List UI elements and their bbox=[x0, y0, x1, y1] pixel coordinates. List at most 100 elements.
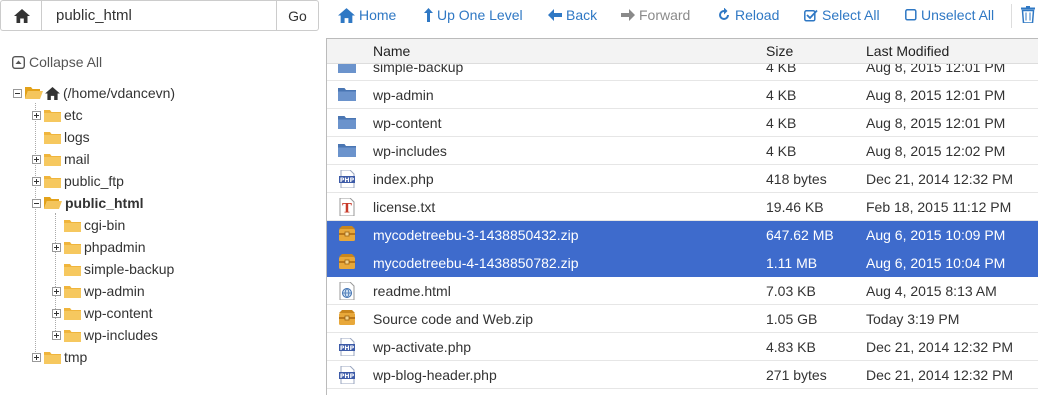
tree-item-simple-backup[interactable]: simple-backup bbox=[52, 258, 174, 280]
file-name[interactable]: Source code and Web.zip bbox=[373, 311, 533, 327]
folder-icon bbox=[338, 114, 356, 132]
folder-icon bbox=[64, 219, 81, 232]
tree-item-tmp[interactable]: tmp bbox=[32, 346, 87, 368]
tree-toggle-plus-icon[interactable] bbox=[32, 110, 41, 120]
tree-item-label: wp-content bbox=[84, 305, 153, 321]
tree-item-label: etc bbox=[64, 107, 83, 123]
php-file-icon: PHP bbox=[338, 169, 356, 189]
text-file-icon: T bbox=[338, 197, 356, 217]
tree-toggle-plus-icon[interactable] bbox=[52, 330, 61, 340]
file-row[interactable]: wp-content 4 KB Aug 8, 2015 12:01 PM bbox=[327, 109, 1038, 137]
forward-button[interactable]: Forward bbox=[621, 7, 690, 23]
php-file-icon: PHP bbox=[338, 337, 356, 357]
reload-button[interactable]: Reload bbox=[717, 7, 779, 23]
checkbox-checked-icon bbox=[804, 9, 818, 22]
file-name[interactable]: mycodetreebu-4-1438850782.zip bbox=[373, 255, 578, 271]
file-size: 1.05 GB bbox=[766, 311, 818, 327]
folder-icon bbox=[64, 307, 81, 320]
go-button[interactable]: Go bbox=[276, 0, 319, 31]
column-header-last-modified[interactable]: Last Modified bbox=[866, 43, 949, 59]
tree-item-cgi-bin[interactable]: cgi-bin bbox=[52, 214, 125, 236]
file-row[interactable]: PHP wp-activate.php 4.83 KB Dec 21, 2014 12… bbox=[327, 333, 1038, 361]
folder-icon bbox=[44, 175, 61, 188]
column-header-size[interactable]: Size bbox=[766, 43, 793, 59]
file-size: 4 KB bbox=[766, 87, 797, 103]
tree-item-logs[interactable]: logs bbox=[32, 126, 90, 148]
file-modified: Aug 8, 2015 12:01 PM bbox=[866, 87, 1006, 103]
file-row[interactable]: mycodetreebu-4-1438850782.zip 1.11 MB Aug … bbox=[327, 249, 1038, 277]
file-row[interactable]: PHP index.php 418 bytes Dec 21, 2014 12:32 … bbox=[327, 165, 1038, 193]
tree-toggle-plus-icon[interactable] bbox=[52, 242, 61, 252]
tree-toggle-plus-icon[interactable] bbox=[32, 176, 41, 186]
file-size: 647.62 MB bbox=[766, 227, 834, 243]
tree-item-etc[interactable]: etc bbox=[32, 104, 83, 126]
file-row[interactable]: Tlicense.txt 19.46 KB Feb 18, 2015 11:12 P… bbox=[327, 193, 1038, 221]
back-button[interactable]: Back bbox=[548, 7, 597, 23]
column-header-name[interactable]: Name bbox=[373, 43, 410, 59]
file-name[interactable]: mycodetreebu-3-1438850432.zip bbox=[373, 227, 578, 243]
tree-item-label: wp-includes bbox=[84, 327, 158, 343]
file-name[interactable]: wp-admin bbox=[373, 87, 434, 103]
home-directory-button[interactable] bbox=[0, 0, 42, 31]
folder-open-icon bbox=[25, 87, 43, 99]
file-size: 1.11 MB bbox=[766, 255, 818, 271]
file-row[interactable]: mycodetreebu-3-1438850432.zip 647.62 MB Au… bbox=[327, 221, 1038, 249]
up-one-level-button[interactable]: Up One Level bbox=[424, 7, 523, 23]
file-size: 7.03 KB bbox=[766, 283, 816, 299]
arrow-left-icon bbox=[548, 9, 562, 21]
file-row[interactable]: PHP wp-blog-header.php 271 bytes Dec 21, 20… bbox=[327, 361, 1038, 389]
folder-icon bbox=[44, 131, 61, 144]
table-header: Name Size Last Modified bbox=[327, 39, 1038, 64]
trash-icon bbox=[1021, 6, 1035, 23]
file-modified: Aug 6, 2015 10:04 PM bbox=[866, 255, 1006, 271]
file-name[interactable]: wp-includes bbox=[373, 143, 447, 159]
file-modified: Aug 8, 2015 12:02 PM bbox=[866, 143, 1006, 159]
folder-icon bbox=[64, 263, 81, 276]
tree-item-label: public_html bbox=[65, 195, 144, 211]
file-name[interactable]: wp-content bbox=[373, 115, 441, 131]
tree-item-wp-admin[interactable]: wp-admin bbox=[52, 280, 145, 302]
tree-toggle-plus-icon[interactable] bbox=[52, 286, 61, 296]
collapse-all-button[interactable]: Collapse All bbox=[12, 54, 102, 70]
tree-item-label: mail bbox=[64, 151, 90, 167]
file-modified: Aug 4, 2015 8:13 AM bbox=[866, 283, 997, 299]
tree-item-label: logs bbox=[64, 129, 90, 145]
file-size: 271 bytes bbox=[766, 367, 827, 383]
tree-item-label: phpadmin bbox=[84, 239, 146, 255]
tree-item-phpadmin[interactable]: phpadmin bbox=[52, 236, 146, 258]
tree-item-label: public_ftp bbox=[64, 173, 124, 189]
tree-toggle-plus-icon[interactable] bbox=[52, 308, 61, 318]
file-size: 19.46 KB bbox=[766, 199, 824, 215]
file-name[interactable]: index.php bbox=[373, 171, 434, 187]
path-input[interactable] bbox=[41, 0, 277, 31]
tree-item-wp-content[interactable]: wp-content bbox=[52, 302, 152, 324]
file-row[interactable]: wp-admin 4 KB Aug 8, 2015 12:01 PM bbox=[327, 81, 1038, 109]
zip-file-icon bbox=[338, 310, 356, 328]
file-row[interactable]: wp-includes 4 KB Aug 8, 2015 12:02 PM bbox=[327, 137, 1038, 165]
file-size: 4.83 KB bbox=[766, 339, 816, 355]
tree-item-public-ftp[interactable]: public_ftp bbox=[32, 170, 124, 192]
folder-icon bbox=[64, 285, 81, 298]
unselect-all-button[interactable]: Unselect All bbox=[905, 7, 994, 23]
file-name[interactable]: readme.html bbox=[373, 283, 451, 299]
file-name[interactable]: wp-activate.php bbox=[373, 339, 471, 355]
tree-toggle-plus-icon[interactable] bbox=[32, 352, 41, 362]
tree-toggle-minus-icon[interactable] bbox=[32, 198, 41, 208]
tree-item-public-html[interactable]: public_html bbox=[32, 192, 144, 214]
file-size: 418 bytes bbox=[766, 171, 827, 187]
tree-toggle-minus-icon[interactable] bbox=[13, 88, 22, 98]
tree-item-wp-includes[interactable]: wp-includes bbox=[52, 324, 158, 346]
tree-item-label: simple-backup bbox=[84, 261, 175, 277]
tree-item-label: wp-admin bbox=[84, 283, 145, 299]
up-one-level-label: Up One Level bbox=[437, 7, 523, 23]
file-row[interactable]: readme.html 7.03 KB Aug 4, 2015 8:13 AM bbox=[327, 277, 1038, 305]
file-name[interactable]: wp-blog-header.php bbox=[373, 367, 497, 383]
tree-toggle-plus-icon[interactable] bbox=[32, 154, 41, 164]
file-row[interactable]: Source code and Web.zip 1.05 GB Today 3:19… bbox=[327, 305, 1038, 333]
delete-button[interactable] bbox=[1021, 6, 1038, 23]
toolbar-home-button[interactable]: Home bbox=[338, 7, 396, 23]
tree-root[interactable]: (/home/vdancevn) bbox=[13, 82, 175, 104]
file-name[interactable]: license.txt bbox=[373, 199, 435, 215]
select-all-button[interactable]: Select All bbox=[804, 7, 880, 23]
tree-item-mail[interactable]: mail bbox=[32, 148, 90, 170]
